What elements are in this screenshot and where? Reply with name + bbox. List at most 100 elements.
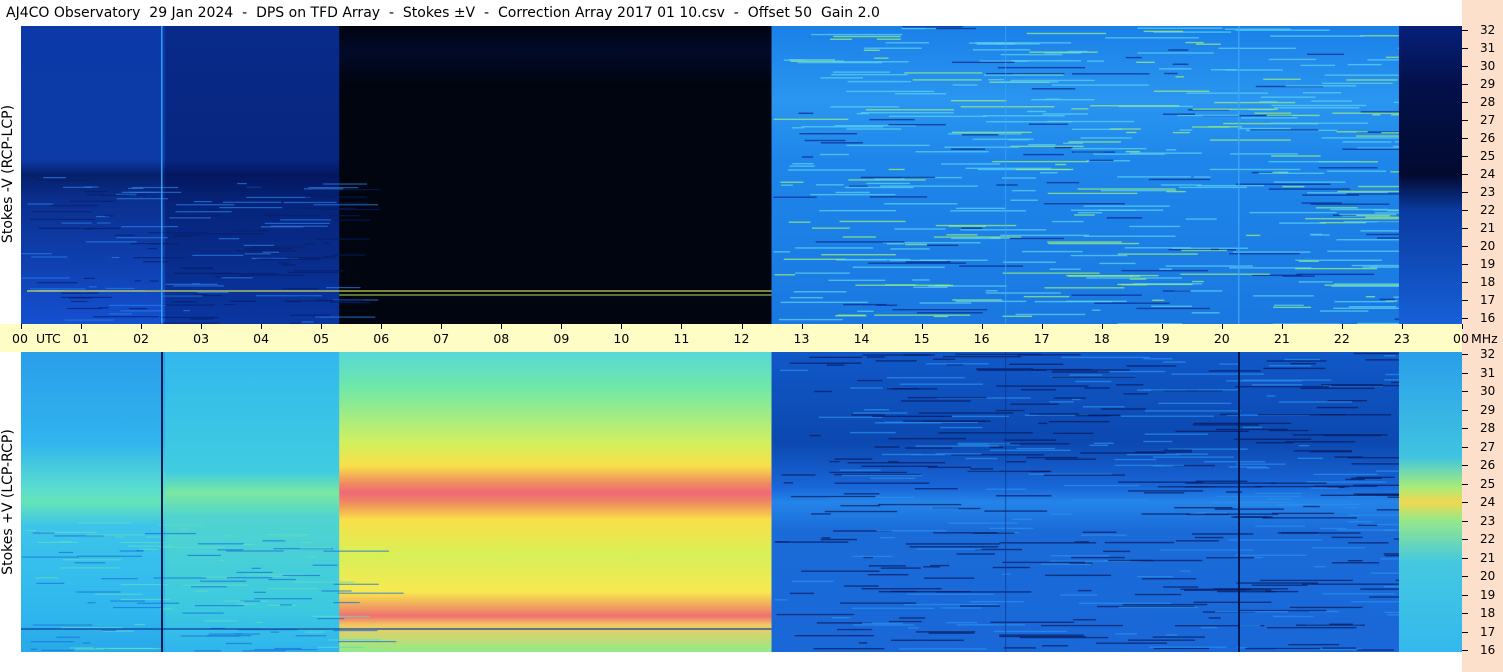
frequency-tick-label: 26 bbox=[1480, 131, 1496, 145]
rfi-streak bbox=[888, 620, 922, 623]
frequency-tick-mark bbox=[1462, 228, 1468, 229]
rfi-streak bbox=[815, 241, 905, 243]
rfi-streak bbox=[951, 237, 1010, 240]
rfi-streak bbox=[1206, 556, 1255, 559]
rfi-streak bbox=[1038, 422, 1048, 425]
rfi-streak bbox=[1129, 152, 1202, 154]
rfi-streak bbox=[1231, 516, 1269, 518]
rfi-streak bbox=[86, 534, 145, 536]
rfi-streak bbox=[121, 225, 179, 228]
rfi-streak bbox=[29, 288, 86, 290]
rfi-streak bbox=[1391, 381, 1399, 384]
rfi-streak bbox=[1192, 533, 1254, 535]
rfi-streak bbox=[794, 272, 850, 274]
rfi-streak bbox=[320, 208, 380, 211]
rfi-streak bbox=[1351, 463, 1399, 465]
rfi-streak bbox=[1094, 302, 1170, 304]
stokes-minus-v-panel bbox=[21, 26, 1462, 324]
rfi-streak bbox=[240, 274, 305, 276]
rfi-streak bbox=[1089, 159, 1114, 162]
rfi-streak bbox=[1240, 504, 1301, 506]
frequency-tick-label: 20 bbox=[1480, 569, 1496, 583]
rfi-streak bbox=[236, 571, 273, 574]
rfi-streak bbox=[930, 564, 950, 567]
rfi-streak bbox=[1081, 534, 1127, 536]
rfi-streak bbox=[774, 541, 790, 543]
rfi-streak bbox=[810, 193, 896, 196]
rfi-streak bbox=[820, 153, 849, 156]
rfi-streak bbox=[790, 495, 876, 498]
rfi-streak bbox=[1141, 578, 1197, 580]
rfi-streak bbox=[1331, 562, 1380, 564]
frequency-tick-label: 30 bbox=[1480, 59, 1496, 73]
rfi-streak bbox=[226, 577, 273, 579]
rfi-streak bbox=[32, 532, 55, 534]
rfi-streak bbox=[965, 457, 998, 460]
rfi-streak bbox=[107, 647, 161, 650]
rfi-streak bbox=[36, 582, 65, 584]
rfi-streak bbox=[933, 358, 956, 360]
rfi-streak bbox=[262, 214, 320, 217]
time-tick-mark bbox=[621, 324, 623, 329]
rfi-streak bbox=[804, 139, 846, 142]
rfi-streak bbox=[986, 121, 1073, 123]
rfi-streak bbox=[969, 600, 1024, 603]
rfi-streak bbox=[1071, 556, 1125, 559]
rfi-streak bbox=[1052, 369, 1130, 371]
rfi-streak bbox=[282, 574, 320, 577]
rfi-streak bbox=[1103, 550, 1131, 553]
rfi-streak bbox=[25, 530, 37, 532]
rfi-streak bbox=[1236, 463, 1286, 465]
rfi-streak bbox=[776, 613, 855, 616]
rfi-streak bbox=[866, 109, 955, 111]
rfi-streak bbox=[190, 586, 227, 588]
rfi-streak bbox=[1237, 127, 1291, 130]
rfi-streak bbox=[222, 201, 282, 203]
rfi-streak bbox=[1337, 190, 1399, 193]
frequency-tick-label: 17 bbox=[1480, 624, 1496, 639]
rfi-streak bbox=[1252, 295, 1315, 297]
rfi-streak bbox=[1255, 525, 1306, 527]
rfi-streak bbox=[294, 270, 344, 272]
rfi-streak bbox=[254, 649, 318, 651]
rfi-streak bbox=[1137, 52, 1214, 54]
rfi-streak bbox=[1348, 542, 1389, 544]
rfi-streak bbox=[811, 513, 831, 515]
frequency-tick-mark bbox=[1462, 520, 1468, 522]
time-tick-label: 06 bbox=[373, 331, 390, 346]
rfi-streak bbox=[1211, 69, 1237, 71]
rfi-streak bbox=[1192, 280, 1204, 283]
rfi-streak bbox=[61, 222, 92, 224]
rfi-streak bbox=[1026, 32, 1107, 35]
rfi-streak bbox=[1296, 273, 1375, 276]
rfi-streak bbox=[990, 621, 1075, 624]
rfi-streak bbox=[66, 307, 103, 310]
rfi-streak bbox=[1204, 513, 1279, 515]
rfi-streak bbox=[1162, 290, 1191, 292]
rfi-streak bbox=[1313, 473, 1377, 476]
rfi-streak bbox=[77, 522, 132, 524]
rfi-streak bbox=[219, 207, 283, 209]
rfi-streak bbox=[853, 412, 908, 414]
rfi-streak bbox=[93, 316, 159, 318]
time-tick-mark bbox=[1161, 324, 1163, 329]
rfi-streak bbox=[1185, 41, 1204, 44]
frequency-tick-mark bbox=[1462, 650, 1468, 651]
rfi-streak bbox=[884, 203, 958, 205]
rfi-streak bbox=[1390, 114, 1399, 116]
rfi-streak bbox=[1268, 429, 1309, 432]
rfi-streak bbox=[1201, 626, 1218, 629]
frequency-tick-mark bbox=[1462, 120, 1468, 121]
rfi-streak bbox=[30, 641, 75, 643]
frequency-tick-mark bbox=[1462, 594, 1468, 596]
rfi-streak bbox=[799, 133, 857, 135]
rfi-streak bbox=[1393, 296, 1399, 298]
time-tick-label: 17 bbox=[1033, 331, 1050, 346]
rfi-streak bbox=[1210, 248, 1219, 251]
rfi-streak bbox=[1305, 217, 1399, 220]
rfi-streak bbox=[985, 290, 998, 292]
frequency-tick-label: 22 bbox=[1480, 203, 1496, 217]
rfi-streak bbox=[885, 42, 930, 44]
rfi-streak bbox=[830, 38, 853, 40]
rfi-streak bbox=[287, 271, 339, 274]
